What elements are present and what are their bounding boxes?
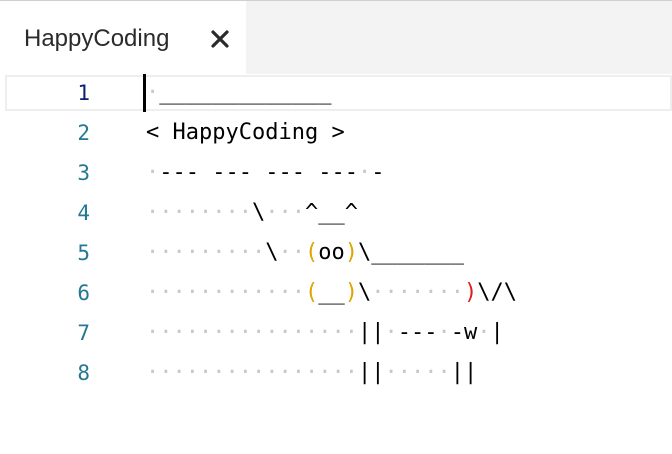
editor-window: HappyCoding 1 2 3 4 5 6 7 8 ·___________… (0, 0, 672, 454)
close-icon[interactable] (206, 25, 234, 53)
line-number: 4 (77, 201, 90, 225)
code-line[interactable]: ················||·····|| (146, 353, 477, 393)
code-line[interactable]: ·_____________ (146, 73, 332, 113)
code-line[interactable]: ········\···^__^ (146, 193, 358, 233)
code-editor[interactable]: 1 2 3 4 5 6 7 8 ·_____________ < HappyCo… (0, 74, 672, 454)
line-number: 5 (77, 241, 90, 265)
code-line[interactable]: < HappyCoding > (146, 113, 345, 153)
line-number: 3 (77, 161, 90, 185)
code-line[interactable]: ·--- --- --- ---·- (146, 153, 385, 193)
tab-bar: HappyCoding (0, 1, 672, 74)
tab-happycoding[interactable]: HappyCoding (0, 1, 246, 74)
code-line[interactable]: ················||·---·-w·| (146, 313, 504, 353)
line-number: 6 (77, 281, 90, 305)
current-line-highlight (5, 75, 672, 111)
code-line[interactable]: ·········\··(oo)\_______ (146, 233, 464, 273)
line-number: 1 (77, 81, 90, 105)
code-line[interactable]: ············(__)\·······)\/\ (146, 273, 517, 313)
line-number: 8 (77, 361, 90, 385)
tab-title: HappyCoding (24, 25, 170, 52)
line-number: 7 (77, 321, 90, 345)
line-number: 2 (77, 121, 90, 145)
